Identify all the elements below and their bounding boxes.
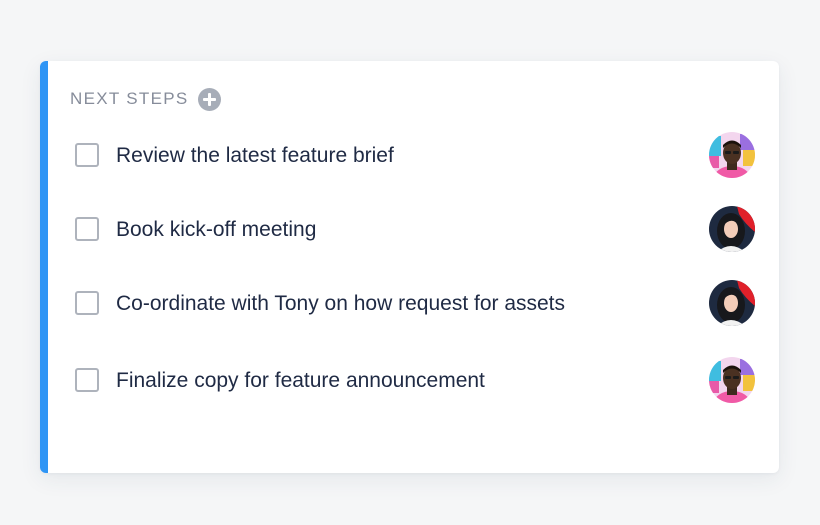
task-label: Review the latest feature brief — [116, 144, 394, 167]
assignee-avatar[interactable] — [709, 206, 755, 252]
section-title: NEXT STEPS — [70, 89, 189, 108]
task-checkbox[interactable] — [75, 368, 99, 392]
task-label: Co-ordinate with Tony on how request for… — [116, 292, 566, 315]
task-label: Finalize copy for feature announcement — [116, 369, 485, 392]
task-label: Book kick-off meeting — [116, 218, 317, 241]
task-checkbox[interactable] — [75, 291, 99, 315]
task-row: Review the latest feature brief — [75, 132, 755, 180]
task-row: Book kick-off meeting — [75, 206, 755, 254]
card-accent-bar — [40, 61, 48, 473]
assignee-avatar[interactable] — [709, 357, 755, 403]
task-checkbox[interactable] — [75, 217, 99, 241]
add-step-button[interactable] — [197, 87, 221, 111]
task-row: Co-ordinate with Tony on how request for… — [75, 280, 755, 328]
task-checkbox[interactable] — [75, 143, 99, 167]
assignee-avatar[interactable] — [709, 280, 755, 326]
assignee-avatar[interactable] — [709, 132, 755, 178]
next-steps-card: NEXT STEPS Review the latest feature bri… — [40, 61, 779, 473]
section-header: NEXT STEPS — [70, 87, 221, 111]
task-row: Finalize copy for feature announcement — [75, 357, 755, 405]
